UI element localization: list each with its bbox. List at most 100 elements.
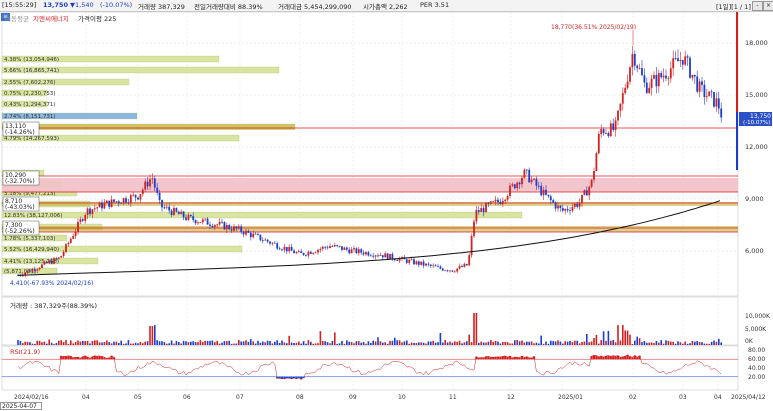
- volume-bar: [38, 340, 41, 345]
- candle-body: [153, 178, 156, 188]
- support-band: [2, 124, 295, 130]
- volume-bar: [607, 330, 610, 345]
- candle-body: [595, 153, 598, 172]
- volume-bar: [338, 343, 341, 345]
- candle-body: [554, 202, 557, 209]
- candle-body: [617, 110, 619, 121]
- volume-bar: [79, 341, 82, 345]
- volume-bar: [353, 343, 355, 345]
- candle-body: [72, 236, 75, 239]
- candle-body: [240, 226, 243, 232]
- candle-body: [45, 261, 48, 264]
- candle-body: [624, 87, 627, 94]
- candle-body: [453, 271, 456, 273]
- candle-body: [245, 230, 247, 235]
- candle-body: [542, 189, 545, 196]
- volume-bar: [698, 342, 701, 345]
- candle-body: [189, 215, 192, 217]
- volume-bar: [437, 342, 439, 345]
- candle-body: [228, 225, 231, 230]
- volume-bar: [574, 340, 576, 345]
- page-indicator: [1일][1 / 1]: [716, 3, 751, 11]
- candle-body: [396, 260, 399, 261]
- candle-body: [230, 229, 233, 231]
- volume-bar: [365, 343, 367, 345]
- candle-body: [456, 268, 459, 272]
- volume-bar: [598, 343, 600, 345]
- candle-body: [146, 181, 149, 187]
- volume-bar: [240, 341, 242, 345]
- volume-bar: [122, 343, 125, 345]
- candle-body: [57, 257, 60, 259]
- candle-body: [53, 258, 55, 264]
- volume-profile-label: 12.83% (38,127,006): [4, 213, 63, 219]
- candle-body: [669, 68, 672, 79]
- volume-bar: [170, 340, 173, 345]
- candle-body: [170, 210, 173, 216]
- volume-bar: [113, 341, 115, 345]
- volume-bar: [454, 341, 456, 345]
- volume-profile-label: 2.55% (7,602,276): [4, 80, 56, 86]
- volume-bar: [562, 343, 564, 345]
- volume-bar: [631, 343, 634, 345]
- volume-bar: [146, 341, 149, 345]
- candle-body: [653, 74, 655, 79]
- volume-bar: [310, 341, 312, 345]
- candle-body: [197, 222, 199, 224]
- volume-bar: [202, 342, 204, 345]
- candle-body: [357, 249, 360, 254]
- volume-bar: [331, 340, 334, 345]
- candle-body: [585, 190, 588, 196]
- candle-body: [317, 249, 319, 253]
- candle-body: [679, 59, 682, 62]
- volume-bar: [682, 343, 684, 345]
- candle-body: [432, 265, 435, 267]
- candle-body: [494, 199, 497, 202]
- volume-bar: [19, 341, 22, 345]
- volume-bar: [247, 341, 250, 345]
- price-range-bar-down: [736, 112, 738, 170]
- candle-body: [439, 266, 442, 269]
- candle-body: [533, 178, 535, 180]
- current-price-tag-pct: (-10.07%): [743, 120, 770, 126]
- price-level-pct: (-14.26%): [5, 129, 35, 136]
- date-tick-label: 2025/04/12: [731, 394, 766, 401]
- candle-body: [141, 189, 144, 195]
- volume-bar: [197, 342, 199, 345]
- minimize-button[interactable]: -: [752, 1, 763, 11]
- volume-bar: [372, 340, 374, 345]
- volume-bar: [708, 343, 710, 345]
- volume-bar: [595, 334, 598, 345]
- volume-bar: [218, 343, 221, 345]
- volume-bar: [300, 343, 302, 345]
- volume-bar: [641, 342, 643, 345]
- volume-bar: [120, 340, 122, 345]
- candle-body: [449, 270, 451, 272]
- volume-bar: [115, 341, 118, 345]
- volume-bar: [526, 341, 528, 345]
- close-button[interactable]: ×: [763, 1, 773, 11]
- volume-bar: [538, 343, 540, 345]
- candle-body: [173, 208, 175, 216]
- candle-body: [429, 264, 432, 266]
- price-level-pct: (-32.70%): [5, 178, 35, 185]
- candle-body: [233, 226, 235, 231]
- candle-body: [348, 249, 351, 254]
- volume-bar: [149, 326, 151, 345]
- candle-body: [33, 269, 36, 271]
- volume-bar: [254, 343, 257, 345]
- candle-body: [672, 58, 675, 69]
- candle-body: [31, 269, 34, 272]
- volume-bar: [360, 342, 362, 345]
- candle-body: [139, 194, 142, 200]
- candle-body: [235, 226, 238, 229]
- date-selector[interactable]: 2025-04-07: [0, 402, 42, 410]
- volume-bar: [564, 341, 566, 345]
- candle-body: [110, 199, 113, 207]
- candle-body: [36, 269, 39, 271]
- volume-profile-label: 4.38% (13,054,946): [4, 57, 59, 63]
- candle-body: [513, 184, 516, 189]
- stock-chart[interactable]: 4.38% (13,054,946) 5.66% (16,865,741) 2.55…: [0, 12, 773, 411]
- volume-bar: [139, 341, 142, 345]
- volume-bar: [588, 342, 590, 345]
